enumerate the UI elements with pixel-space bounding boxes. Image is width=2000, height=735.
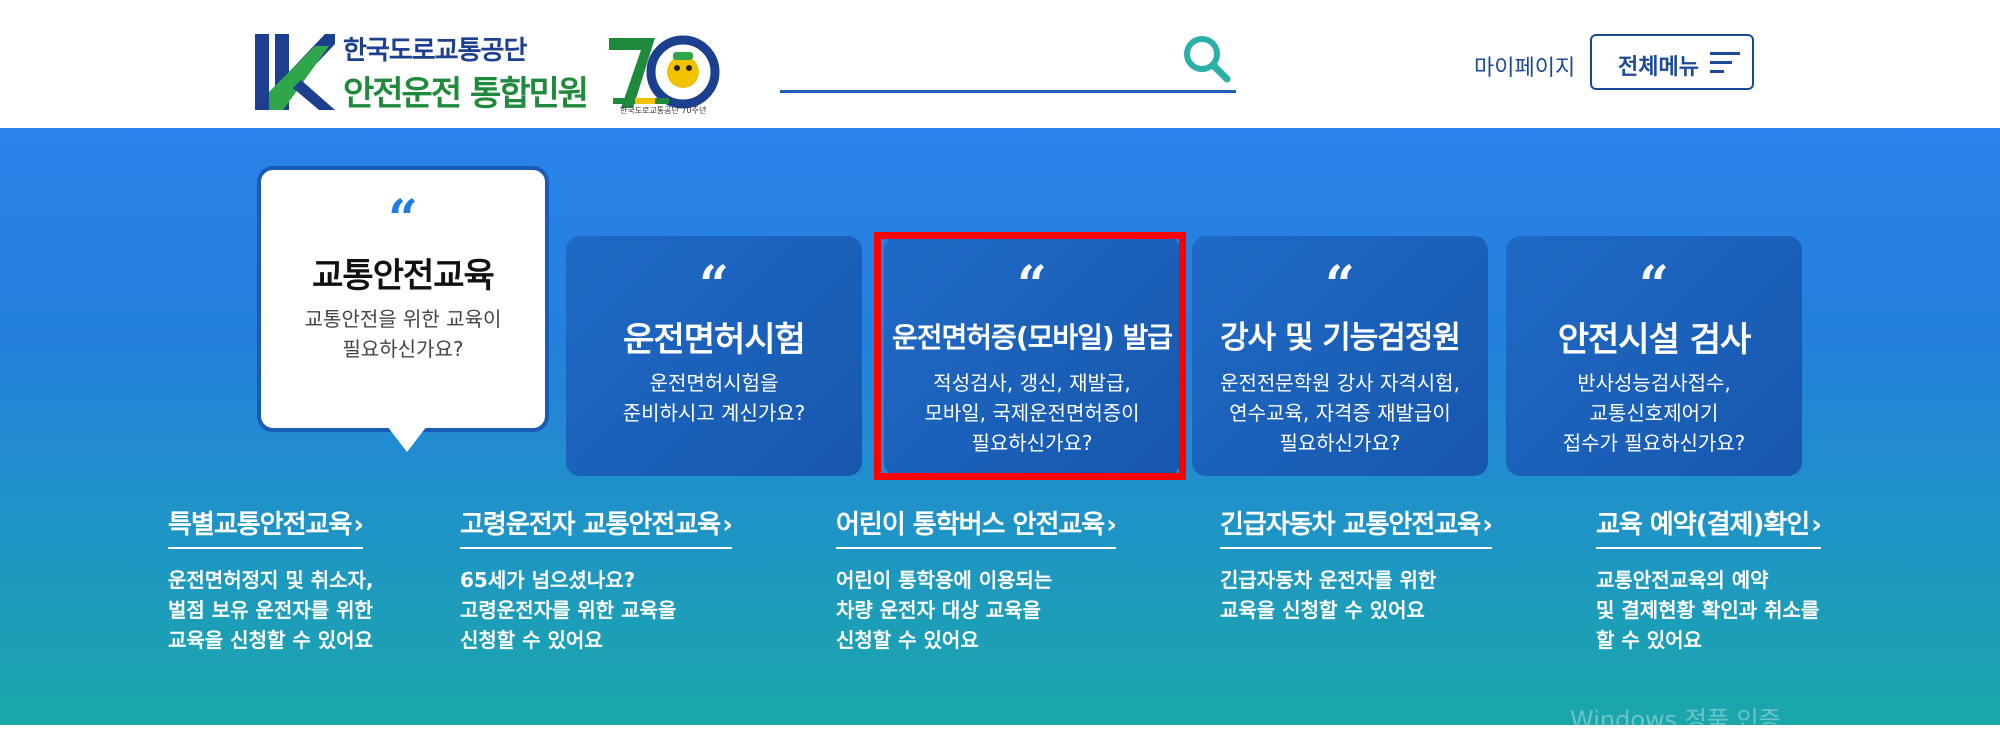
link-desc-line: 교통안전교육의 예약 xyxy=(1596,568,1769,592)
link-title[interactable]: 긴급자동차 교통안전교육› xyxy=(1220,504,1493,549)
link-desc: 긴급자동차 운전자를 위한 교육을 신청할 수 있어요 xyxy=(1220,565,1492,625)
link-desc-line: 벌점 보유 운전자를 위한 xyxy=(168,598,373,622)
card-desc: 교통안전을 위한 교육이 필요하신가요? xyxy=(261,304,545,364)
link-senior-driver-education[interactable]: 고령운전자 교통안전교육› 65세가 넘으셨나요? 고령운전자를 위한 교육을 … xyxy=(460,504,733,655)
card-desc-line: 필요하신가요? xyxy=(342,337,464,361)
card-desc-line: 접수가 필요하신가요? xyxy=(1562,431,1746,455)
link-desc-line: 및 결제현황 확인과 취소를 xyxy=(1596,598,1820,622)
full-menu-button[interactable]: 전체메뉴 xyxy=(1590,34,1754,90)
full-menu-label: 전체메뉴 xyxy=(1618,55,1699,80)
link-desc-line: 운전면허정지 및 취소자, xyxy=(168,568,374,592)
org-name: 한국도로교통공단 xyxy=(343,36,527,66)
card-traffic-safety-education[interactable]: “ 교통안전교육 교통안전을 위한 교육이 필요하신가요? xyxy=(257,166,549,432)
link-desc-line: 차량 운전자 대상 교육을 xyxy=(836,598,1041,622)
main-services: “ 교통안전교육 교통안전을 위한 교육이 필요하신가요? “ 운전면허시험 운… xyxy=(0,128,2000,734)
link-desc-line: 신청할 수 있어요 xyxy=(836,628,979,652)
speech-bubble-tail xyxy=(387,426,427,452)
card-driving-test[interactable]: “ 운전면허시험 운전면허시험을 준비하시고 계신가요? xyxy=(566,236,862,476)
link-title[interactable]: 어린이 통학버스 안전교육› xyxy=(836,504,1117,549)
site-logo[interactable]: 한국도로교통공단 안전운전 통합민원 xyxy=(255,30,595,116)
card-desc: 반사성능검사접수, 교통신호제어기 접수가 필요하신가요? xyxy=(1506,368,1802,458)
link-title-text: 특별교통안전교육 xyxy=(168,510,352,540)
link-desc-line: 신청할 수 있어요 xyxy=(460,628,603,652)
link-desc-line: 어린이 통학용에 이용되는 xyxy=(836,568,1053,592)
link-desc-line: 65세가 넘으셨나요? xyxy=(460,568,636,592)
card-desc-line: 적성검사, 갱신, 재발급, xyxy=(933,371,1131,395)
card-instructor-examiner[interactable]: “ 강사 및 기능검정원 운전전문학원 강사 자격시험, 연수교육, 자격증 재… xyxy=(1192,236,1488,476)
site-header: 한국도로교통공단 안전운전 통합민원 한국도로교통공단 70주년 마이페이지 전… xyxy=(0,0,2000,128)
card-desc-line: 모바일, 국제운전면허증이 xyxy=(924,401,1140,425)
quote-icon: “ xyxy=(1639,255,1669,316)
card-title: 운전면허증(모바일) 발급 xyxy=(892,321,1173,354)
site-name: 안전운전 통합민원 xyxy=(343,74,589,114)
quote-icon: “ xyxy=(1017,255,1047,316)
search-input[interactable] xyxy=(780,42,1184,88)
link-title[interactable]: 고령운전자 교통안전교육› xyxy=(460,504,733,549)
search-icon[interactable] xyxy=(1182,34,1232,84)
link-reservation-check[interactable]: 교육 예약(결제)확인› 교통안전교육의 예약 및 결제현황 확인과 취소를 할… xyxy=(1596,504,1822,655)
link-desc-line: 할 수 있어요 xyxy=(1596,628,1702,652)
link-desc: 어린이 통학용에 이용되는 차량 운전자 대상 교육을 신청할 수 있어요 xyxy=(836,565,1116,655)
card-title: 강사 및 기능검정원 xyxy=(1220,320,1461,356)
anniversary-caption: 한국도로교통공단 70주년 xyxy=(620,106,707,115)
card-desc-line: 운전전문학원 강사 자격시험, xyxy=(1220,371,1460,395)
hamburger-menu-icon xyxy=(1710,52,1740,73)
link-title-text: 어린이 통학버스 안전교육 xyxy=(836,510,1105,540)
card-desc: 적성검사, 갱신, 재발급, 모바일, 국제운전면허증이 필요하신가요? xyxy=(884,368,1180,458)
card-desc-line: 필요하신가요? xyxy=(971,431,1093,455)
card-desc-line: 반사성능검사접수, xyxy=(1577,371,1731,395)
quote-icon: “ xyxy=(1325,255,1355,316)
card-desc-line: 교통신호제어기 xyxy=(1589,401,1719,425)
card-desc-line: 교통안전을 위한 교육이 xyxy=(304,307,502,331)
quote-icon: “ xyxy=(388,189,418,250)
chevron-right-icon: › xyxy=(1106,510,1117,540)
card-desc-line: 운전면허시험을 xyxy=(649,371,779,395)
link-desc-line: 교육을 신청할 수 있어요 xyxy=(1220,598,1425,622)
link-desc: 65세가 넘으셨나요? 고령운전자를 위한 교육을 신청할 수 있어요 xyxy=(460,565,732,655)
link-title-text: 고령운전자 교통안전교육 xyxy=(460,510,721,540)
link-school-bus-education[interactable]: 어린이 통학버스 안전교육› 어린이 통학용에 이용되는 차량 운전자 대상 교… xyxy=(836,504,1117,655)
card-desc-line: 연수교육, 자격증 재발급이 xyxy=(1229,401,1451,425)
link-emergency-vehicle-education[interactable]: 긴급자동차 교통안전교육› 긴급자동차 운전자를 위한 교육을 신청할 수 있어… xyxy=(1220,504,1493,625)
quote-icon: “ xyxy=(699,255,729,316)
link-title[interactable]: 교육 예약(결제)확인› xyxy=(1596,504,1822,549)
link-desc-line: 교육을 신청할 수 있어요 xyxy=(168,628,373,652)
chevron-right-icon: › xyxy=(353,510,364,540)
link-desc: 교통안전교육의 예약 및 결제현황 확인과 취소를 할 수 있어요 xyxy=(1596,565,1821,655)
card-title: 교통안전교육 xyxy=(312,256,495,296)
chevron-right-icon: › xyxy=(1811,510,1822,540)
mypage-link[interactable]: 마이페이지 xyxy=(1474,50,1575,82)
link-special-education[interactable]: 특별교통안전교육› 운전면허정지 및 취소자, 벌점 보유 운전자를 위한 교육… xyxy=(168,504,374,655)
card-desc: 운전면허시험을 준비하시고 계신가요? xyxy=(566,368,862,428)
card-desc: 운전전문학원 강사 자격시험, 연수교육, 자격증 재발급이 필요하신가요? xyxy=(1192,368,1488,458)
link-title[interactable]: 특별교통안전교육› xyxy=(168,504,364,549)
link-desc-line: 긴급자동차 운전자를 위한 xyxy=(1220,568,1437,592)
search-underline xyxy=(780,90,1236,93)
card-desc-line: 필요하신가요? xyxy=(1279,431,1401,455)
card-license-issuance[interactable]: “ 운전면허증(모바일) 발급 적성검사, 갱신, 재발급, 모바일, 국제운전… xyxy=(884,236,1180,476)
card-desc-line: 준비하시고 계신가요? xyxy=(622,401,806,425)
search-bar xyxy=(780,34,1236,94)
link-title-text: 긴급자동차 교통안전교육 xyxy=(1220,510,1481,540)
koroad-logo-icon xyxy=(255,34,335,110)
chevron-right-icon: › xyxy=(1482,510,1493,540)
card-title: 안전시설 검사 xyxy=(1557,320,1752,360)
link-desc-line: 고령운전자를 위한 교육을 xyxy=(460,598,677,622)
link-desc: 운전면허정지 및 취소자, 벌점 보유 운전자를 위한 교육을 신청할 수 있어… xyxy=(168,565,374,655)
card-safety-facility-inspection[interactable]: “ 안전시설 검사 반사성능검사접수, 교통신호제어기 접수가 필요하신가요? xyxy=(1506,236,1802,476)
chevron-right-icon: › xyxy=(722,510,733,540)
windows-activation-watermark: Windows 정품 인증 xyxy=(1570,706,1781,734)
card-title: 운전면허시험 xyxy=(623,320,806,360)
link-title-text: 교육 예약(결제)확인 xyxy=(1596,510,1810,540)
